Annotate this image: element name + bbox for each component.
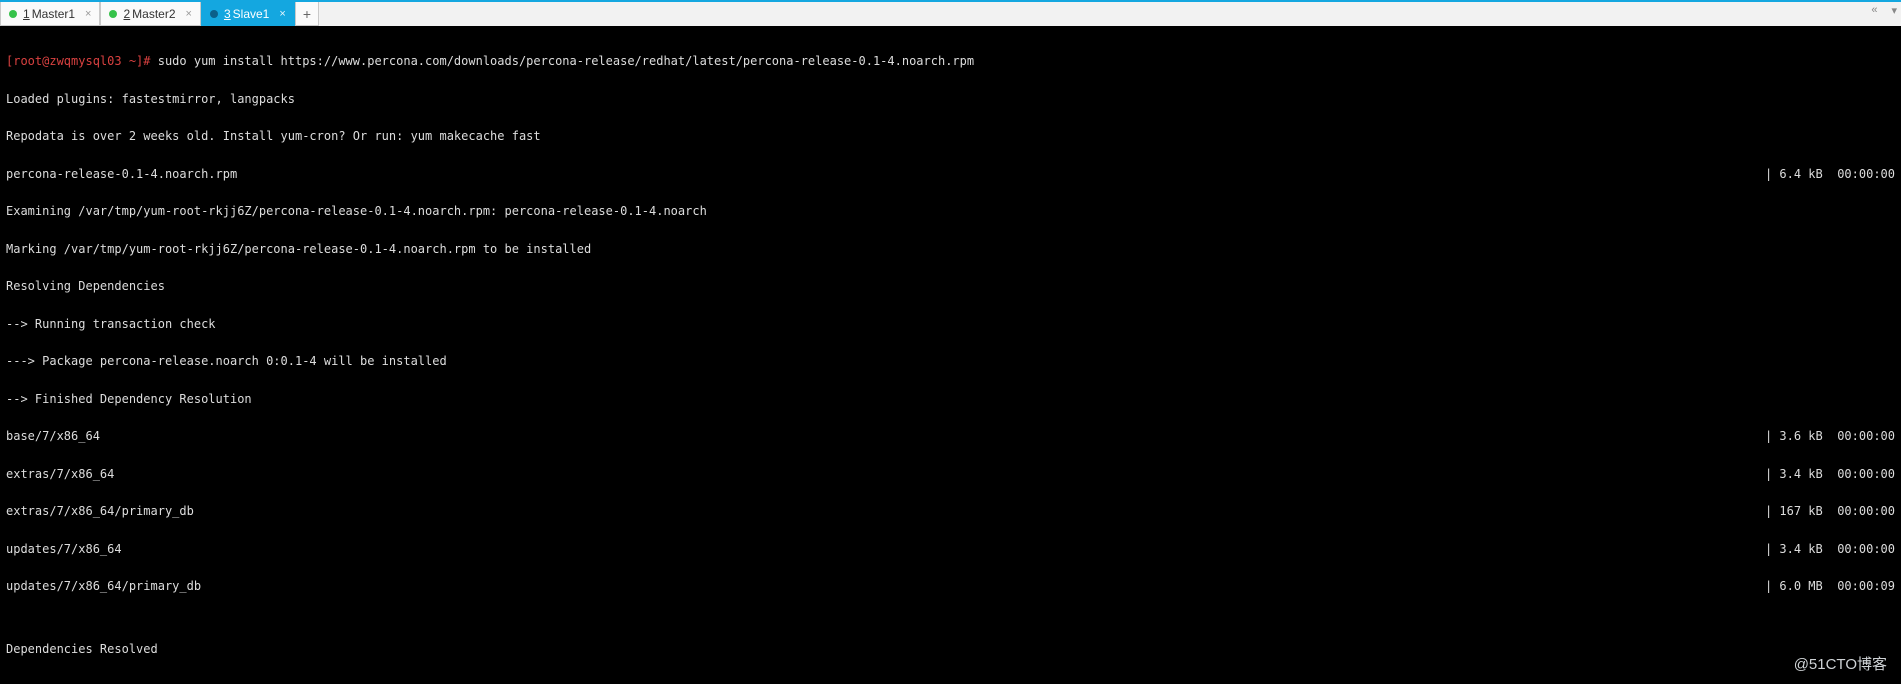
close-icon[interactable]: × xyxy=(186,8,192,20)
terminal-line: Examining /var/tmp/yum-root-rkjj6Z/perco… xyxy=(6,205,1895,218)
window-menu-icon[interactable]: ▾ xyxy=(1891,4,1897,17)
terminal-line: updates/7/x86_64| 3.4 kB 00:00:00 xyxy=(6,543,1895,556)
tab-label: Master1 xyxy=(32,7,75,21)
terminal-line: --> Running transaction check xyxy=(6,318,1895,331)
window-controls: « ▾ xyxy=(1871,4,1897,17)
terminal-line: updates/7/x86_64/primary_db| 6.0 MB 00:0… xyxy=(6,580,1895,593)
tab-bar: 1 Master1 × 2 Master2 × 3 Slave1 × + « ▾ xyxy=(0,0,1901,26)
terminal-line: extras/7/x86_64| 3.4 kB 00:00:00 xyxy=(6,468,1895,481)
terminal-line: --> Finished Dependency Resolution xyxy=(6,393,1895,406)
shell-prompt: [root@zwqmysql03 ~]# xyxy=(6,54,158,68)
terminal-line: Dependencies Resolved xyxy=(6,643,1895,656)
close-icon[interactable]: × xyxy=(279,8,285,20)
window-collapse-icon[interactable]: « xyxy=(1871,4,1877,17)
tab-master1[interactable]: 1 Master1 × xyxy=(0,2,100,26)
terminal-line: [root@zwqmysql03 ~]# sudo yum install ht… xyxy=(6,55,1895,68)
terminal-line: Loaded plugins: fastestmirror, langpacks xyxy=(6,93,1895,106)
terminal-line: extras/7/x86_64/primary_db| 167 kB 00:00… xyxy=(6,505,1895,518)
status-dot-icon xyxy=(9,10,17,18)
tab-label: Slave1 xyxy=(233,7,270,21)
shell-command: sudo yum install https://www.percona.com… xyxy=(158,54,974,68)
terminal-line: base/7/x86_64| 3.6 kB 00:00:00 xyxy=(6,430,1895,443)
tab-slave1[interactable]: 3 Slave1 × xyxy=(201,2,295,26)
terminal-line: Resolving Dependencies xyxy=(6,280,1895,293)
tab-hotkey: 3 xyxy=(224,7,231,21)
status-dot-icon xyxy=(210,10,218,18)
close-icon[interactable]: × xyxy=(85,8,91,20)
terminal-output[interactable]: [root@zwqmysql03 ~]# sudo yum install ht… xyxy=(0,26,1901,684)
new-tab-button[interactable]: + xyxy=(295,2,319,26)
terminal-line: ---> Package percona-release.noarch 0:0.… xyxy=(6,355,1895,368)
status-dot-icon xyxy=(109,10,117,18)
tab-label: Master2 xyxy=(132,7,175,21)
tab-master2[interactable]: 2 Master2 × xyxy=(100,2,200,26)
tab-hotkey: 2 xyxy=(123,7,130,21)
terminal-line: Repodata is over 2 weeks old. Install yu… xyxy=(6,130,1895,143)
terminal-line: percona-release-0.1-4.noarch.rpm| 6.4 kB… xyxy=(6,168,1895,181)
tab-hotkey: 1 xyxy=(23,7,30,21)
terminal-line: Marking /var/tmp/yum-root-rkjj6Z/percona… xyxy=(6,243,1895,256)
